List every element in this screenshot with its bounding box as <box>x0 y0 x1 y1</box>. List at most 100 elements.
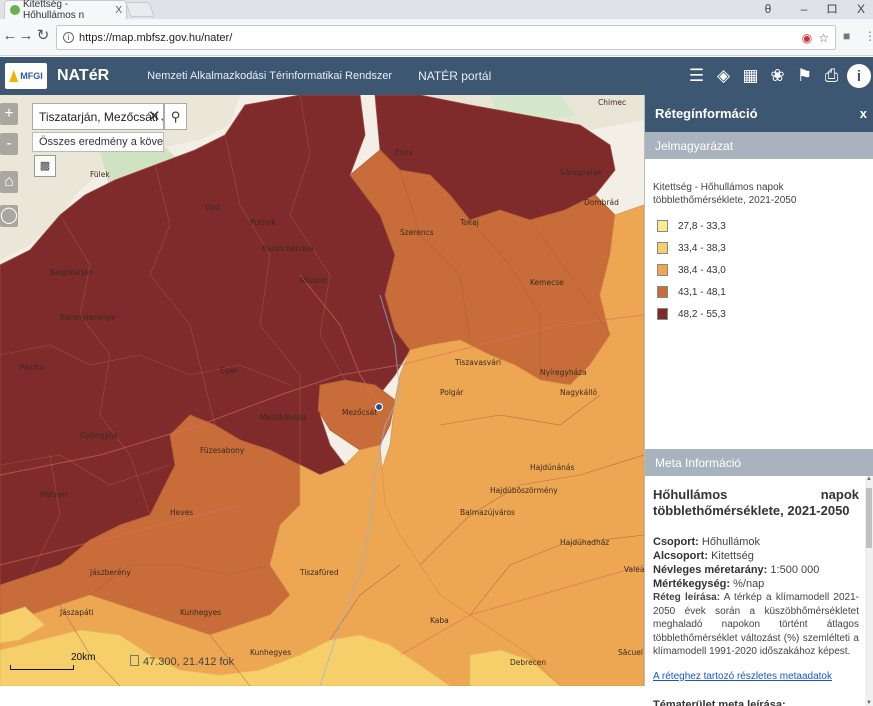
minimize-button[interactable]: – <box>793 0 815 19</box>
place-label: Füzesabony <box>200 446 245 455</box>
search-all-results-option[interactable]: Összes eredmény a követke... <box>32 132 164 152</box>
meta-value: Hőhullámok <box>702 536 760 548</box>
meta-row: Alcsoport: Kitettség <box>653 549 859 563</box>
browser-navbar: ← → ↻ i https://map.mbfsz.gov.hu/nater/ … <box>0 19 873 56</box>
meta-value: 1:500 000 <box>770 564 819 576</box>
list-icon[interactable]: ☰ <box>683 63 710 89</box>
place-label: Miskolc <box>300 276 327 285</box>
search-input[interactable]: Tiszatarján, Mezőcsáti Járá <box>32 103 164 130</box>
place-label: Tokaj <box>459 218 479 227</box>
grid-icon[interactable]: ▦ <box>737 63 764 89</box>
meta-scrollbar[interactable]: ▲ ▼ <box>865 476 873 706</box>
meta-title-line2: többlethőmérséklete, 2021-2050 <box>653 503 859 519</box>
bookmark-star-icon[interactable]: ☆ <box>818 31 829 45</box>
map-view[interactable]: Saigótarján Miskolc Eger Gyöngyös Nyíreg… <box>0 95 644 686</box>
reload-icon[interactable]: ↻ <box>35 28 51 44</box>
clear-search-icon[interactable]: ✕ <box>148 107 161 125</box>
forward-arrow-icon[interactable]: → <box>18 28 34 44</box>
metadata-link[interactable]: A réteghez tartozó részletes metaadatok <box>653 671 859 682</box>
legend-item: 48,2 - 55,3 <box>653 303 865 325</box>
tab-title: Kitettség - Hőhullámos n <box>23 0 115 21</box>
legend-label: 33,4 - 38,3 <box>678 243 726 254</box>
browser-tab[interactable]: Kitettség - Hőhullámos n X <box>4 0 127 19</box>
meta-info: Hőhullámos napok többlethőmérséklete, 20… <box>645 476 873 706</box>
address-bar[interactable]: i https://map.mbfsz.gov.hu/nater/ ◉ ☆ <box>56 25 836 50</box>
meta-key: Csoport: <box>653 536 699 548</box>
layers-icon[interactable]: ◈ <box>710 63 737 89</box>
choropleth-map[interactable]: Saigótarján Miskolc Eger Gyöngyös Nyíreg… <box>0 95 644 686</box>
new-tab-button[interactable] <box>125 2 154 17</box>
legend-item: 38,4 - 43,0 <box>653 259 865 281</box>
place-label: Chimec <box>598 98 626 107</box>
place-label: Hajdúböszörmény <box>490 486 558 495</box>
place-label: Mezőkövesd <box>260 413 306 422</box>
portal-link[interactable]: NATÉR portál <box>418 69 491 83</box>
legend-title: Kitettség - Hőhullámos napok többlethőmé… <box>653 181 865 207</box>
extension-icon[interactable]: ◉ <box>802 31 812 45</box>
mfgi-logo[interactable]: MFGI <box>5 63 47 89</box>
place-label: Kunhegyes <box>250 648 291 657</box>
place-label: Pásztó <box>20 363 45 372</box>
legend-label: 48,2 - 55,3 <box>678 309 726 320</box>
measure-icon[interactable]: ⚑ <box>791 63 818 89</box>
legend-swatch <box>657 220 668 232</box>
place-label: Hatvan <box>40 490 67 499</box>
locate-icon[interactable]: ◯ <box>0 205 18 227</box>
scroll-thumb[interactable] <box>866 488 872 548</box>
place-label: Kemecse <box>530 278 564 287</box>
profile-icon[interactable]: θ <box>757 0 779 19</box>
app-title[interactable]: NATéR <box>57 67 109 85</box>
legend-section-header[interactable]: Jelmagyarázat <box>645 132 873 159</box>
place-label: Debrecen <box>510 658 546 667</box>
place-label: Tiszavasvári <box>454 358 501 367</box>
close-window-button[interactable]: X <box>850 0 872 19</box>
tab-close-icon[interactable]: X <box>115 5 122 16</box>
panel-close-icon[interactable]: x <box>860 106 867 121</box>
search-value: Tiszatarján, Mezőcsáti Járá <box>39 110 164 124</box>
back-arrow-icon[interactable]: ← <box>2 28 18 44</box>
extension-menu-icon[interactable]: ■ <box>843 29 850 43</box>
meta-row: Mértékegység: %/nap <box>653 577 859 591</box>
legend-swatch <box>657 308 668 320</box>
logo-leaf-icon <box>9 70 18 82</box>
zoom-in-button[interactable]: + <box>0 103 18 125</box>
kebab-menu-icon[interactable]: ⋮ <box>864 29 873 43</box>
legend-swatch <box>657 242 668 254</box>
palette-icon[interactable]: ❀ <box>764 63 791 89</box>
info-icon[interactable]: i <box>847 64 871 88</box>
legend-item: 27,8 - 33,3 <box>653 215 865 237</box>
place-label: Kunhegyes <box>180 608 221 617</box>
place-label: Putnok <box>250 218 276 227</box>
legend-swatch <box>657 264 668 276</box>
browser-tabbar: Kitettség - Hőhullámos n X θ – ロ X <box>0 0 873 19</box>
globe-icon <box>10 5 20 15</box>
logo-text: MFGI <box>20 71 43 81</box>
meta-section-header[interactable]: Meta Információ <box>645 449 873 476</box>
legend: Kitettség - Hőhullámos napok többlethőmé… <box>645 159 873 449</box>
scroll-down-icon[interactable]: ▼ <box>865 700 873 706</box>
place-label: Nagykálló <box>560 388 597 397</box>
place-label: Tiszafüred <box>299 568 339 577</box>
desc-key: Réteg leírása: <box>653 592 720 603</box>
coordinate-readout: 47.300, 21.412 fok <box>130 655 234 668</box>
home-icon[interactable]: ⌂ <box>0 171 18 193</box>
meta-key: Alcsoport: <box>653 550 708 562</box>
print-icon[interactable]: ⎙ <box>818 63 845 89</box>
search-button[interactable]: ⚲ <box>164 103 187 130</box>
maximize-button[interactable]: ロ <box>821 0 843 19</box>
place-label: Gyöngyös <box>80 431 117 440</box>
place-label: Ózd <box>205 203 220 212</box>
app-subtitle: Nemzeti Alkalmazkodási Térinformatikai R… <box>147 70 392 82</box>
layer-description: Réteg leírása: A térkép a klímamodell 20… <box>653 591 859 659</box>
site-info-icon[interactable]: i <box>63 32 74 43</box>
map-tool-icon[interactable]: ▩ <box>34 155 56 177</box>
scale-line <box>10 665 74 670</box>
panel-title-text: Rétegínformáció <box>655 106 758 121</box>
place-label: Nyíregyháza <box>540 368 587 377</box>
legend-item: 43,1 - 48,1 <box>653 281 865 303</box>
scroll-up-icon[interactable]: ▲ <box>865 476 873 482</box>
meta-value: Kitettség <box>711 550 754 562</box>
zoom-out-button[interactable]: - <box>0 133 18 155</box>
place-label: Săcuel <box>618 648 643 657</box>
copy-icon[interactable] <box>130 655 139 666</box>
